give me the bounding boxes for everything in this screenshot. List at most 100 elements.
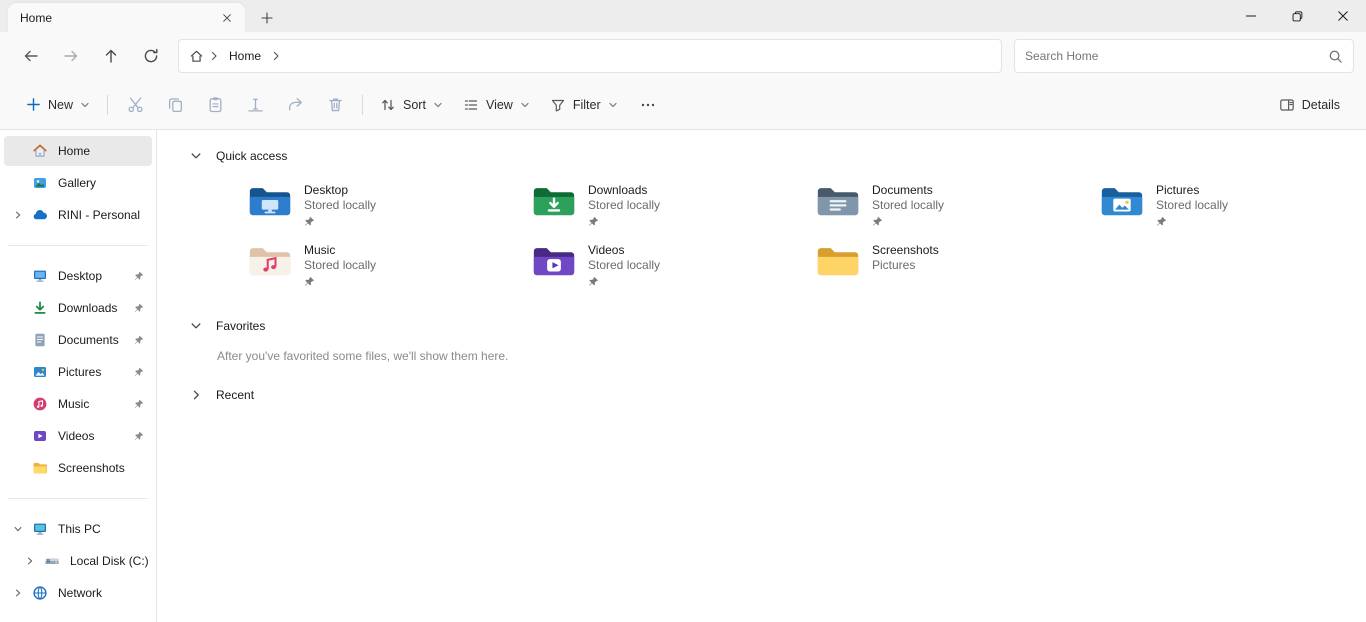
- close-button[interactable]: [1320, 0, 1366, 32]
- onedrive-icon: [28, 207, 52, 223]
- details-label: Details: [1302, 98, 1340, 112]
- sidebar-item-label: Pictures: [58, 365, 134, 379]
- this-pc-icon: [28, 521, 52, 537]
- sidebar-item-label: RINI - Personal: [58, 208, 152, 222]
- rename-button[interactable]: [235, 88, 275, 122]
- sidebar-separator: [8, 245, 148, 246]
- music-icon: [28, 396, 52, 412]
- recent-section: Recent: [190, 385, 1366, 405]
- pin-icon: [134, 303, 144, 313]
- quick-access-item-documents[interactable]: Documents Stored locally: [816, 182, 1100, 242]
- folder-icon: [28, 460, 52, 476]
- pin-icon: [134, 367, 144, 377]
- sidebar-item-onedrive-personal[interactable]: RINI - Personal: [4, 200, 152, 230]
- minimize-icon: [1245, 10, 1257, 22]
- quick-access-item-desktop[interactable]: Desktop Stored locally: [248, 182, 532, 242]
- sidebar-item-pictures[interactable]: Pictures: [4, 357, 152, 387]
- videos-icon: [28, 428, 52, 444]
- sidebar-item-screenshots[interactable]: Screenshots: [4, 453, 152, 483]
- view-button[interactable]: View: [453, 88, 540, 122]
- search-input[interactable]: [1025, 49, 1328, 63]
- filter-button[interactable]: Filter: [540, 88, 628, 122]
- paste-icon: [207, 96, 224, 113]
- sort-button[interactable]: Sort: [370, 88, 453, 122]
- quick-access-item-music[interactable]: Music Stored locally: [248, 242, 532, 302]
- videos-folder-icon: [532, 242, 576, 279]
- sidebar-item-videos[interactable]: Videos: [4, 421, 152, 451]
- back-arrow-icon: [23, 48, 39, 64]
- pin-icon: [304, 276, 315, 287]
- sidebar-item-desktop[interactable]: Desktop: [4, 261, 152, 291]
- item-name: Videos: [588, 243, 660, 258]
- home-breadcrumb-icon[interactable]: [189, 49, 204, 64]
- sidebar-item-gallery[interactable]: Gallery: [4, 168, 152, 198]
- sidebar-item-local-disk-c[interactable]: Local Disk (C:): [16, 546, 152, 576]
- sidebar-item-downloads[interactable]: Downloads: [4, 293, 152, 323]
- favorites-header[interactable]: Favorites: [190, 316, 1366, 336]
- tab-close-button[interactable]: [215, 6, 239, 30]
- pin-icon: [134, 335, 144, 345]
- item-name: Desktop: [304, 183, 376, 198]
- sidebar-item-network[interactable]: Network: [4, 578, 152, 608]
- sidebar-item-documents[interactable]: Documents: [4, 325, 152, 355]
- quick-access-header[interactable]: Quick access: [190, 146, 1366, 166]
- sidebar-item-label: Screenshots: [58, 461, 152, 475]
- item-subtitle: Pictures: [872, 258, 939, 273]
- item-name: Downloads: [588, 183, 660, 198]
- minimize-button[interactable]: [1228, 0, 1274, 32]
- chevron-right-icon[interactable]: [20, 556, 40, 566]
- new-tab-button[interactable]: [255, 6, 279, 30]
- home-icon: [28, 143, 52, 159]
- pin-icon: [872, 216, 883, 227]
- see-more-button[interactable]: [628, 88, 668, 122]
- item-name: Screenshots: [872, 243, 939, 258]
- quick-access-item-screenshots[interactable]: Screenshots Pictures: [816, 242, 1100, 302]
- see-more-icon: [640, 97, 656, 113]
- chevron-right-icon[interactable]: [8, 588, 28, 598]
- sidebar-item-this-pc[interactable]: This PC: [4, 514, 152, 544]
- chevron-right-icon[interactable]: [270, 50, 282, 62]
- restore-button[interactable]: [1274, 0, 1320, 32]
- sidebar-item-home[interactable]: Home: [4, 136, 152, 166]
- share-button[interactable]: [275, 88, 315, 122]
- quick-access-item-videos[interactable]: Videos Stored locally: [532, 242, 816, 302]
- pin-icon: [134, 271, 144, 281]
- sidebar-item-label: Local Disk (C:): [70, 554, 152, 568]
- sidebar-item-label: Videos: [58, 429, 134, 443]
- pin-icon: [588, 216, 599, 227]
- quick-access-item-pictures[interactable]: Pictures Stored locally: [1100, 182, 1366, 242]
- quick-access-item-downloads[interactable]: Downloads Stored locally: [532, 182, 816, 242]
- chevron-right-icon[interactable]: [8, 210, 28, 220]
- cut-button[interactable]: [115, 88, 155, 122]
- sidebar-item-label: This PC: [58, 522, 152, 536]
- sidebar-item-label: Home: [58, 144, 152, 158]
- chevron-down-icon: [520, 100, 530, 110]
- recent-header[interactable]: Recent: [190, 385, 1366, 405]
- sidebar-item-label: Gallery: [58, 176, 152, 190]
- desktop-icon: [28, 268, 52, 284]
- section-title: Recent: [216, 388, 254, 402]
- item-subtitle: Stored locally: [304, 198, 376, 213]
- chevron-down-icon[interactable]: [8, 524, 28, 534]
- sidebar-item-music[interactable]: Music: [4, 389, 152, 419]
- breadcrumb[interactable]: Home: [178, 39, 1002, 73]
- paste-button[interactable]: [195, 88, 235, 122]
- pin-icon: [304, 216, 315, 227]
- close-icon: [222, 13, 232, 23]
- copy-button[interactable]: [155, 88, 195, 122]
- refresh-button[interactable]: [134, 39, 168, 73]
- new-label: New: [48, 98, 73, 112]
- delete-button[interactable]: [315, 88, 355, 122]
- item-subtitle: Stored locally: [588, 258, 660, 273]
- up-arrow-icon: [103, 48, 119, 64]
- sidebar-item-label: Music: [58, 397, 134, 411]
- tab-home[interactable]: Home: [8, 3, 245, 32]
- up-button[interactable]: [94, 39, 128, 73]
- details-button[interactable]: Details: [1269, 88, 1350, 122]
- refresh-icon: [143, 48, 159, 64]
- breadcrumb-segment-home[interactable]: Home: [224, 47, 266, 65]
- forward-button[interactable]: [54, 39, 88, 73]
- search-icon[interactable]: [1328, 49, 1343, 64]
- new-button[interactable]: New: [16, 88, 100, 122]
- back-button[interactable]: [14, 39, 48, 73]
